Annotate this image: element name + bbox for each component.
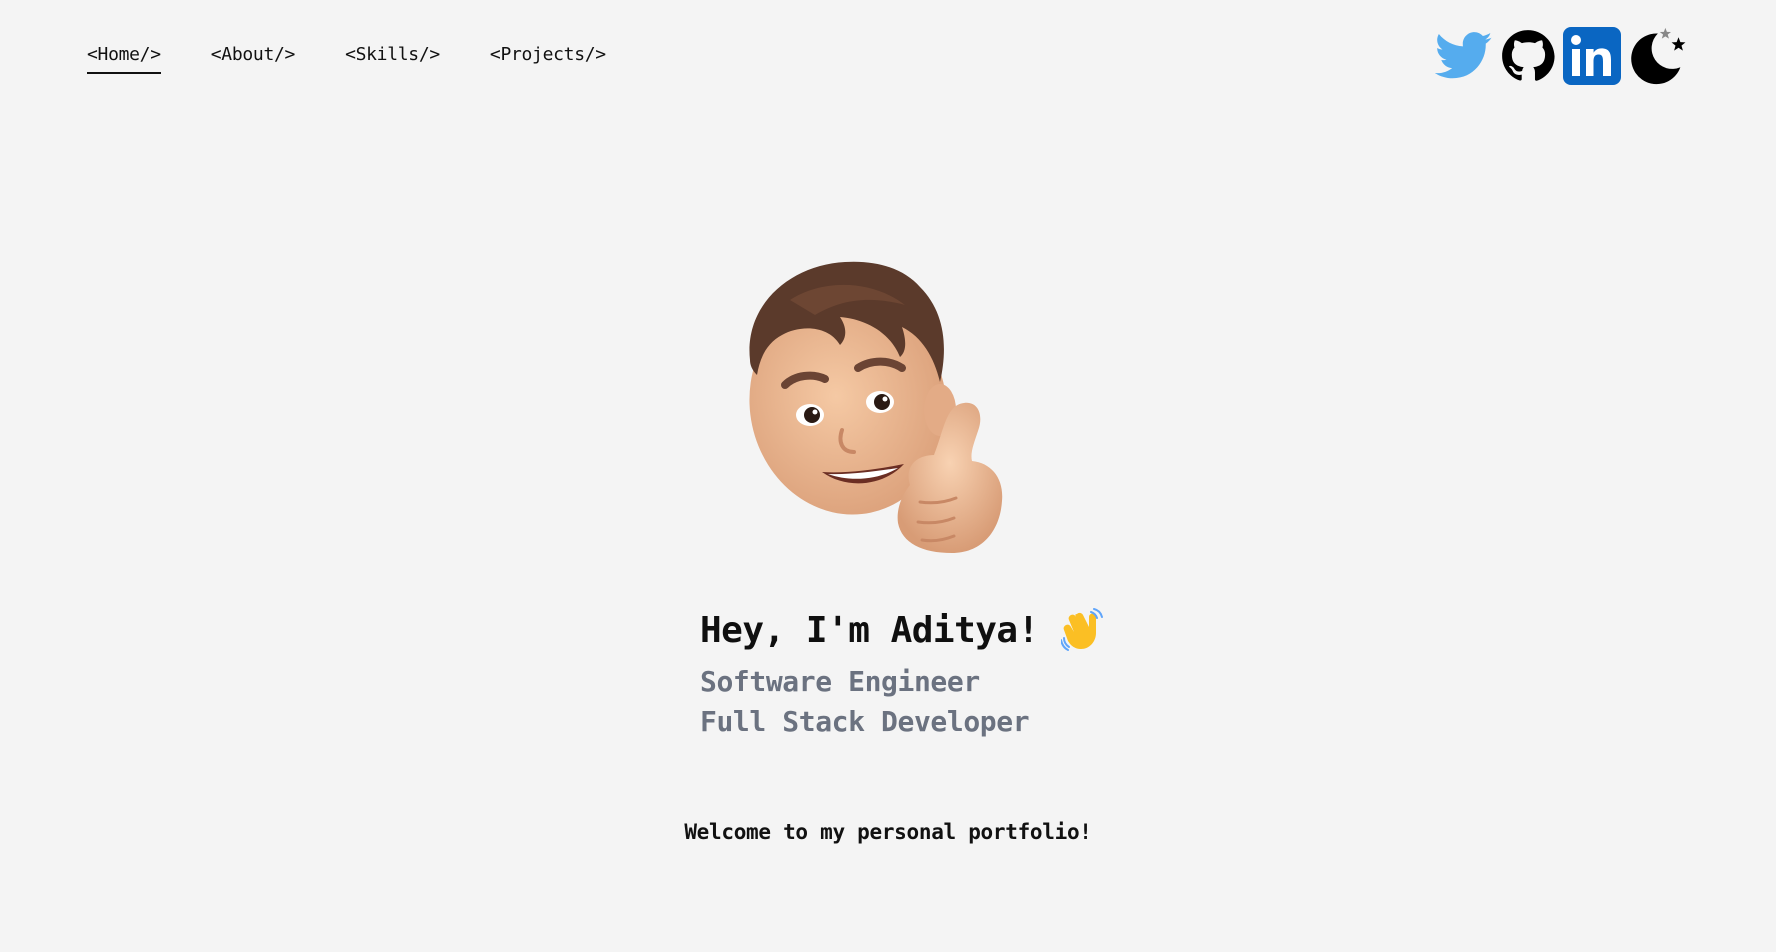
twitter-icon[interactable] bbox=[1434, 26, 1494, 86]
hero-section: Hey, I'm Aditya! Software Engineer Full … bbox=[700, 608, 1105, 742]
memoji-avatar-image bbox=[730, 240, 1030, 570]
nav-home-link[interactable]: <Home/> bbox=[87, 42, 161, 74]
nav-about-link[interactable]: <About/> bbox=[211, 42, 296, 74]
waving-hand-icon bbox=[1059, 608, 1105, 652]
social-links bbox=[1434, 26, 1686, 86]
role-full-stack-developer: Full Stack Developer bbox=[700, 705, 1030, 738]
main-nav: <Home/> <About/> <Skills/> <Projects/> bbox=[87, 42, 656, 74]
nav-projects-link[interactable]: <Projects/> bbox=[490, 42, 606, 74]
dark-mode-moon-icon[interactable] bbox=[1626, 26, 1686, 86]
linkedin-icon[interactable] bbox=[1562, 26, 1622, 86]
hero-greeting: Hey, I'm Aditya! bbox=[700, 608, 1105, 652]
github-icon[interactable] bbox=[1498, 26, 1558, 86]
greeting-text: Hey, I'm Aditya! bbox=[700, 609, 1039, 651]
nav-skills-link[interactable]: <Skills/> bbox=[345, 42, 440, 74]
role-software-engineer: Software Engineer bbox=[700, 665, 980, 698]
welcome-message: Welcome to my personal portfolio! bbox=[684, 820, 1092, 844]
